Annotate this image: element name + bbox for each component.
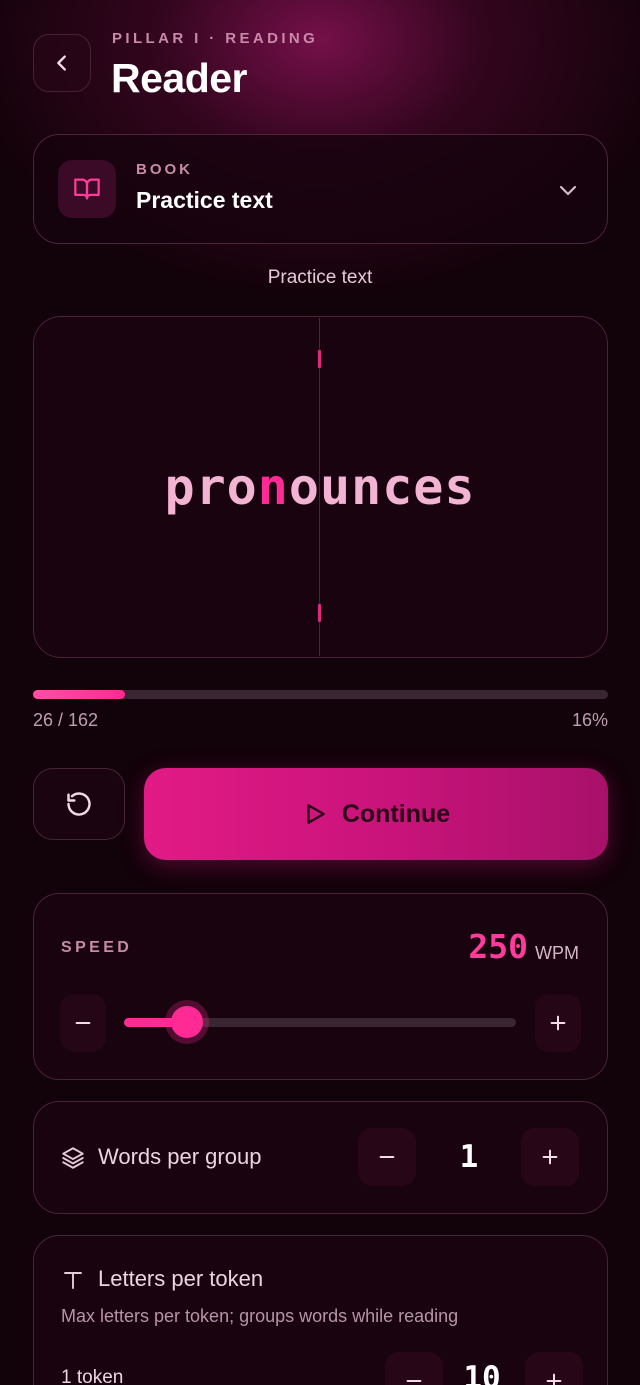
letters-per-token-description: Max letters per token; groups words whil… [61,1306,459,1326]
plus-icon [546,1373,562,1385]
letters-per-token-label: Letters per token [98,1266,264,1291]
group-increase-button[interactable] [521,1128,579,1186]
book-name: Practice text [136,187,273,213]
page-eyebrow: PILLAR I · READING [112,30,319,47]
minus-icon [75,1021,91,1025]
page-title: Reader [111,55,248,101]
speed-increase-button[interactable] [535,994,581,1052]
continue-button[interactable]: Continue [144,768,608,860]
chevron-down-icon[interactable] [556,178,580,202]
token-count-label: 1 token [61,1367,124,1385]
speed-card [33,893,608,1080]
text-icon [64,1272,82,1289]
book-icon-box [58,160,116,218]
minus-icon [406,1379,422,1383]
progress-count: 26 / 162 [33,710,99,730]
speed-decrease-button[interactable] [60,994,106,1052]
layers-icon [62,1147,84,1169]
book-label: BOOK [136,161,193,178]
reading-text-title: Practice text [267,267,373,288]
word-after-focus: ounces [288,458,476,516]
restart-button[interactable] [33,768,125,840]
plus-icon [550,1015,566,1031]
chevron-left-icon [57,55,66,71]
progress-bar-fill [33,690,125,699]
speed-value: 250 [468,927,528,966]
words-per-group-label: Words per group [98,1144,262,1169]
book-selector[interactable] [33,134,608,244]
speed-unit: WPM [535,943,579,963]
continue-label: Continue [341,799,451,828]
letters-per-token-value: 10 [463,1360,501,1385]
word-before-focus: pro [164,458,258,516]
plus-icon [542,1149,558,1165]
focus-marker-top [318,350,321,368]
focus-marker-bottom [318,604,321,622]
progress-percent: 16% [571,710,608,730]
back-button[interactable] [33,34,91,92]
token-increase-button[interactable] [525,1352,583,1385]
current-word: pronounces [0,458,640,516]
book-open-icon [74,178,100,200]
speed-label: SPEED [61,939,133,956]
group-decrease-button[interactable] [358,1128,416,1186]
minus-icon [379,1155,395,1159]
speed-slider-thumb[interactable] [170,1006,203,1038]
words-per-group-value: 1 [459,1139,479,1175]
restart-icon [67,792,91,816]
word-focus-letter: n [257,458,289,516]
token-decrease-button[interactable] [385,1352,443,1385]
play-icon [307,804,325,824]
